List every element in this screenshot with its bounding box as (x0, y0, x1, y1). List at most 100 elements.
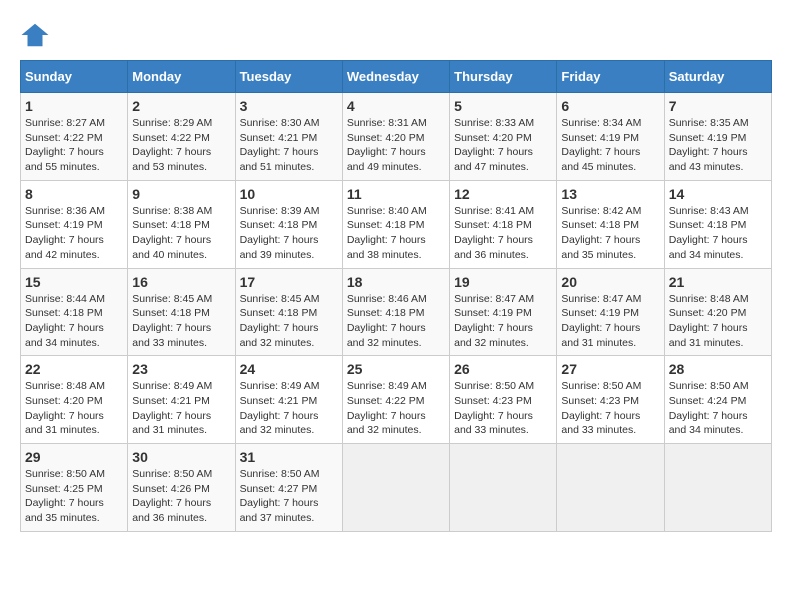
header-friday: Friday (557, 61, 664, 93)
day-info: Sunrise: 8:50 AM Sunset: 4:27 PM Dayligh… (240, 467, 338, 526)
day-info: Sunrise: 8:43 AM Sunset: 4:18 PM Dayligh… (669, 204, 767, 263)
calendar-week-row: 1 Sunrise: 8:27 AM Sunset: 4:22 PM Dayli… (21, 93, 772, 181)
calendar-cell: 24 Sunrise: 8:49 AM Sunset: 4:21 PM Dayl… (235, 356, 342, 444)
header-thursday: Thursday (450, 61, 557, 93)
calendar-week-row: 22 Sunrise: 8:48 AM Sunset: 4:20 PM Dayl… (21, 356, 772, 444)
day-number: 25 (347, 361, 445, 377)
day-number: 20 (561, 274, 659, 290)
day-number: 24 (240, 361, 338, 377)
day-number: 22 (25, 361, 123, 377)
calendar-cell: 27 Sunrise: 8:50 AM Sunset: 4:23 PM Dayl… (557, 356, 664, 444)
header-sunday: Sunday (21, 61, 128, 93)
logo (20, 20, 54, 50)
calendar-table: SundayMondayTuesdayWednesdayThursdayFrid… (20, 60, 772, 532)
calendar-cell: 18 Sunrise: 8:46 AM Sunset: 4:18 PM Dayl… (342, 268, 449, 356)
day-number: 19 (454, 274, 552, 290)
day-number: 15 (25, 274, 123, 290)
day-info: Sunrise: 8:36 AM Sunset: 4:19 PM Dayligh… (25, 204, 123, 263)
calendar-cell: 10 Sunrise: 8:39 AM Sunset: 4:18 PM Dayl… (235, 180, 342, 268)
calendar-cell: 31 Sunrise: 8:50 AM Sunset: 4:27 PM Dayl… (235, 444, 342, 532)
day-number: 18 (347, 274, 445, 290)
day-info: Sunrise: 8:34 AM Sunset: 4:19 PM Dayligh… (561, 116, 659, 175)
calendar-cell (450, 444, 557, 532)
calendar-cell: 15 Sunrise: 8:44 AM Sunset: 4:18 PM Dayl… (21, 268, 128, 356)
logo-icon (20, 20, 50, 50)
calendar-cell: 25 Sunrise: 8:49 AM Sunset: 4:22 PM Dayl… (342, 356, 449, 444)
day-info: Sunrise: 8:47 AM Sunset: 4:19 PM Dayligh… (561, 292, 659, 351)
calendar-cell: 21 Sunrise: 8:48 AM Sunset: 4:20 PM Dayl… (664, 268, 771, 356)
calendar-cell (557, 444, 664, 532)
day-info: Sunrise: 8:46 AM Sunset: 4:18 PM Dayligh… (347, 292, 445, 351)
day-info: Sunrise: 8:50 AM Sunset: 4:24 PM Dayligh… (669, 379, 767, 438)
day-number: 9 (132, 186, 230, 202)
day-number: 2 (132, 98, 230, 114)
day-info: Sunrise: 8:50 AM Sunset: 4:23 PM Dayligh… (454, 379, 552, 438)
day-number: 8 (25, 186, 123, 202)
day-info: Sunrise: 8:47 AM Sunset: 4:19 PM Dayligh… (454, 292, 552, 351)
calendar-cell: 30 Sunrise: 8:50 AM Sunset: 4:26 PM Dayl… (128, 444, 235, 532)
day-number: 29 (25, 449, 123, 465)
calendar-cell: 28 Sunrise: 8:50 AM Sunset: 4:24 PM Dayl… (664, 356, 771, 444)
calendar-cell: 9 Sunrise: 8:38 AM Sunset: 4:18 PM Dayli… (128, 180, 235, 268)
day-info: Sunrise: 8:42 AM Sunset: 4:18 PM Dayligh… (561, 204, 659, 263)
day-info: Sunrise: 8:49 AM Sunset: 4:21 PM Dayligh… (132, 379, 230, 438)
calendar-cell: 29 Sunrise: 8:50 AM Sunset: 4:25 PM Dayl… (21, 444, 128, 532)
day-info: Sunrise: 8:50 AM Sunset: 4:23 PM Dayligh… (561, 379, 659, 438)
calendar-cell: 8 Sunrise: 8:36 AM Sunset: 4:19 PM Dayli… (21, 180, 128, 268)
header-saturday: Saturday (664, 61, 771, 93)
day-number: 30 (132, 449, 230, 465)
calendar-cell: 6 Sunrise: 8:34 AM Sunset: 4:19 PM Dayli… (557, 93, 664, 181)
day-info: Sunrise: 8:48 AM Sunset: 4:20 PM Dayligh… (25, 379, 123, 438)
day-info: Sunrise: 8:49 AM Sunset: 4:22 PM Dayligh… (347, 379, 445, 438)
calendar-cell: 23 Sunrise: 8:49 AM Sunset: 4:21 PM Dayl… (128, 356, 235, 444)
calendar-cell: 11 Sunrise: 8:40 AM Sunset: 4:18 PM Dayl… (342, 180, 449, 268)
day-number: 31 (240, 449, 338, 465)
day-info: Sunrise: 8:29 AM Sunset: 4:22 PM Dayligh… (132, 116, 230, 175)
day-info: Sunrise: 8:39 AM Sunset: 4:18 PM Dayligh… (240, 204, 338, 263)
day-number: 3 (240, 98, 338, 114)
day-number: 4 (347, 98, 445, 114)
day-info: Sunrise: 8:38 AM Sunset: 4:18 PM Dayligh… (132, 204, 230, 263)
day-info: Sunrise: 8:45 AM Sunset: 4:18 PM Dayligh… (240, 292, 338, 351)
calendar-week-row: 29 Sunrise: 8:50 AM Sunset: 4:25 PM Dayl… (21, 444, 772, 532)
day-info: Sunrise: 8:48 AM Sunset: 4:20 PM Dayligh… (669, 292, 767, 351)
day-info: Sunrise: 8:31 AM Sunset: 4:20 PM Dayligh… (347, 116, 445, 175)
calendar-week-row: 15 Sunrise: 8:44 AM Sunset: 4:18 PM Dayl… (21, 268, 772, 356)
day-info: Sunrise: 8:50 AM Sunset: 4:26 PM Dayligh… (132, 467, 230, 526)
day-number: 10 (240, 186, 338, 202)
day-number: 13 (561, 186, 659, 202)
header-monday: Monday (128, 61, 235, 93)
calendar-cell (664, 444, 771, 532)
day-info: Sunrise: 8:27 AM Sunset: 4:22 PM Dayligh… (25, 116, 123, 175)
day-info: Sunrise: 8:41 AM Sunset: 4:18 PM Dayligh… (454, 204, 552, 263)
day-info: Sunrise: 8:35 AM Sunset: 4:19 PM Dayligh… (669, 116, 767, 175)
day-number: 27 (561, 361, 659, 377)
day-info: Sunrise: 8:50 AM Sunset: 4:25 PM Dayligh… (25, 467, 123, 526)
header-wednesday: Wednesday (342, 61, 449, 93)
day-number: 14 (669, 186, 767, 202)
day-number: 6 (561, 98, 659, 114)
calendar-cell: 3 Sunrise: 8:30 AM Sunset: 4:21 PM Dayli… (235, 93, 342, 181)
day-number: 28 (669, 361, 767, 377)
calendar-cell: 12 Sunrise: 8:41 AM Sunset: 4:18 PM Dayl… (450, 180, 557, 268)
calendar-cell: 17 Sunrise: 8:45 AM Sunset: 4:18 PM Dayl… (235, 268, 342, 356)
calendar-cell: 14 Sunrise: 8:43 AM Sunset: 4:18 PM Dayl… (664, 180, 771, 268)
day-info: Sunrise: 8:44 AM Sunset: 4:18 PM Dayligh… (25, 292, 123, 351)
day-number: 11 (347, 186, 445, 202)
day-number: 5 (454, 98, 552, 114)
day-number: 16 (132, 274, 230, 290)
header-tuesday: Tuesday (235, 61, 342, 93)
calendar-cell: 19 Sunrise: 8:47 AM Sunset: 4:19 PM Dayl… (450, 268, 557, 356)
calendar-cell: 5 Sunrise: 8:33 AM Sunset: 4:20 PM Dayli… (450, 93, 557, 181)
day-number: 26 (454, 361, 552, 377)
calendar-cell: 26 Sunrise: 8:50 AM Sunset: 4:23 PM Dayl… (450, 356, 557, 444)
day-info: Sunrise: 8:45 AM Sunset: 4:18 PM Dayligh… (132, 292, 230, 351)
calendar-cell: 13 Sunrise: 8:42 AM Sunset: 4:18 PM Dayl… (557, 180, 664, 268)
day-number: 1 (25, 98, 123, 114)
calendar-cell: 7 Sunrise: 8:35 AM Sunset: 4:19 PM Dayli… (664, 93, 771, 181)
calendar-cell: 1 Sunrise: 8:27 AM Sunset: 4:22 PM Dayli… (21, 93, 128, 181)
day-number: 12 (454, 186, 552, 202)
calendar-cell: 4 Sunrise: 8:31 AM Sunset: 4:20 PM Dayli… (342, 93, 449, 181)
calendar-cell: 20 Sunrise: 8:47 AM Sunset: 4:19 PM Dayl… (557, 268, 664, 356)
day-info: Sunrise: 8:49 AM Sunset: 4:21 PM Dayligh… (240, 379, 338, 438)
